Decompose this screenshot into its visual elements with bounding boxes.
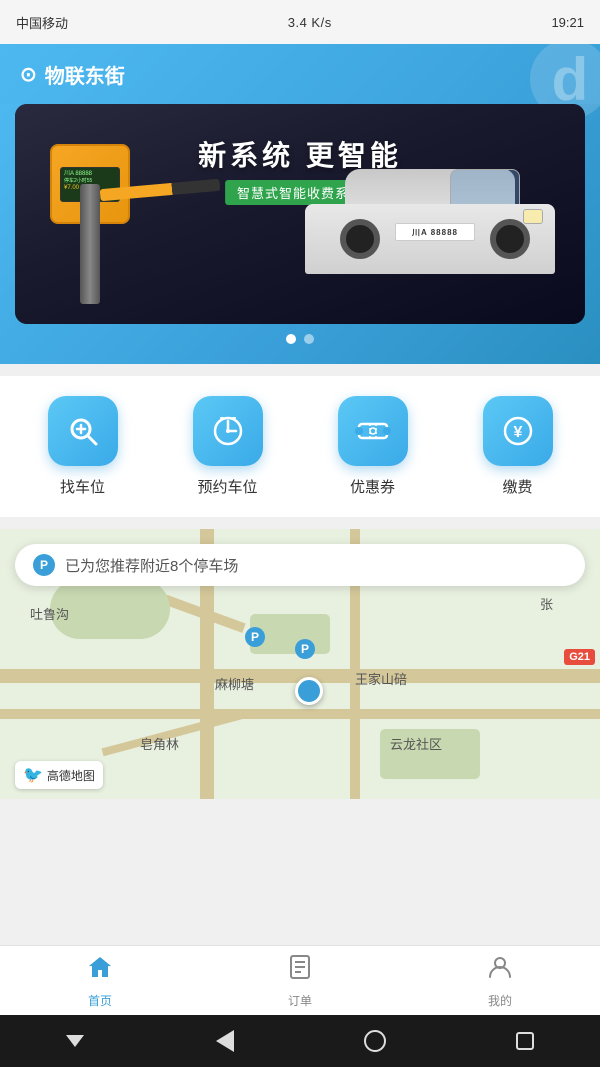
orders-icon bbox=[286, 953, 314, 988]
map-section[interactable]: 吐鲁沟 麻柳塘 王家山碚 皂角林 云龙社区 张 G21 P P P 已为您推荐附… bbox=[0, 529, 600, 799]
dot-2[interactable] bbox=[304, 334, 314, 344]
map-marker-p1[interactable]: P bbox=[245, 627, 265, 647]
profile-label: 我的 bbox=[488, 992, 512, 1009]
find-parking-icon bbox=[48, 396, 118, 466]
menu-item-find-parking[interactable]: 找车位 bbox=[48, 396, 118, 497]
parking-icon: P bbox=[33, 554, 55, 576]
nav-item-home[interactable]: 首页 bbox=[0, 953, 200, 1009]
recent-apps-icon bbox=[516, 1032, 534, 1050]
orders-label: 订单 bbox=[288, 992, 312, 1009]
gaode-logo: 🐦 高德地图 bbox=[15, 761, 103, 789]
car-wheel-right bbox=[490, 219, 530, 259]
svg-text:¥: ¥ bbox=[513, 424, 522, 441]
nav-recent-button[interactable] bbox=[507, 1023, 543, 1059]
carrier-label: 中国移动 bbox=[16, 13, 68, 32]
coupon-label: 优惠券 bbox=[350, 476, 395, 497]
location-label: 物联东街 bbox=[45, 60, 125, 89]
location-display[interactable]: ⊙ 物联东街 bbox=[20, 60, 125, 89]
chevron-down-icon bbox=[66, 1035, 84, 1047]
menu-item-pay[interactable]: ¥ 缴费 bbox=[483, 396, 553, 497]
profile-icon bbox=[486, 953, 514, 988]
pay-label: 缴费 bbox=[502, 476, 532, 497]
banner-carousel[interactable]: 新系统 更智能 智慧式智能收费系统 川A 88888 停车2小时55 ¥7.00… bbox=[15, 104, 585, 324]
status-bar: 中国移动 3.4 K/s 19:21 bbox=[0, 0, 600, 44]
nav-home-button[interactable] bbox=[357, 1023, 393, 1059]
home-icon bbox=[86, 953, 114, 988]
map-label-zhang: 张 bbox=[540, 594, 553, 613]
map-search-bar[interactable]: P 已为您推荐附近8个停车场 bbox=[15, 544, 585, 586]
menu-section: 找车位 预约车位 优惠券 bbox=[0, 376, 600, 517]
banner-dots bbox=[0, 334, 600, 344]
car-wheel-left bbox=[340, 219, 380, 259]
parking-machine-illustration: 川A 88888 停车2小时55 ¥7.00 bbox=[45, 144, 135, 304]
map-label-maliu: 麻柳塘 bbox=[215, 674, 254, 693]
menu-item-coupon[interactable]: 优惠券 bbox=[338, 396, 408, 497]
nav-chevron-down-button[interactable] bbox=[57, 1023, 93, 1059]
reserve-icon bbox=[193, 396, 263, 466]
gaode-label: 高德地图 bbox=[47, 767, 95, 784]
highway-badge: G21 bbox=[564, 649, 595, 665]
time-label: 19:21 bbox=[551, 15, 584, 30]
car-headlight bbox=[523, 209, 543, 224]
nav-item-profile[interactable]: 我的 bbox=[400, 953, 600, 1009]
car-body: 川A 88888 bbox=[305, 204, 555, 274]
home-circle-icon bbox=[364, 1030, 386, 1052]
nav-item-orders[interactable]: 订单 bbox=[200, 953, 400, 1009]
reserve-label: 预约车位 bbox=[197, 476, 257, 497]
bottom-nav: 首页 订单 我的 bbox=[0, 945, 600, 1015]
coupon-icon bbox=[338, 396, 408, 466]
license-plate: 川A 88888 bbox=[395, 223, 475, 241]
map-marker-current bbox=[295, 677, 323, 705]
back-icon bbox=[216, 1030, 234, 1052]
system-nav-bar bbox=[0, 1015, 600, 1067]
map-label-tulugou: 吐鲁沟 bbox=[30, 604, 69, 623]
find-parking-label: 找车位 bbox=[60, 476, 105, 497]
nav-back-button[interactable] bbox=[207, 1023, 243, 1059]
road-h2 bbox=[0, 709, 600, 719]
map-marker-p2[interactable]: P bbox=[295, 639, 315, 659]
map-label-zaojiao: 皂角林 bbox=[140, 734, 179, 753]
map-search-text: 已为您推荐附近8个停车场 bbox=[65, 555, 238, 576]
map-label-wangjia: 王家山碚 bbox=[355, 669, 407, 688]
home-label: 首页 bbox=[88, 992, 112, 1009]
menu-item-reserve[interactable]: 预约车位 bbox=[193, 396, 263, 497]
car-illustration: 川A 88888 bbox=[285, 174, 565, 304]
header: ⊙ 物联东街 d bbox=[0, 44, 600, 104]
banner-section: 新系统 更智能 智慧式智能收费系统 川A 88888 停车2小时55 ¥7.00… bbox=[0, 104, 600, 364]
network-speed: 3.4 K/s bbox=[288, 15, 332, 30]
dot-1[interactable] bbox=[286, 334, 296, 344]
banner-title: 新系统 更智能 bbox=[198, 134, 402, 174]
gaode-bird-icon: 🐦 bbox=[23, 765, 43, 785]
pay-icon: ¥ bbox=[483, 396, 553, 466]
location-icon: ⊙ bbox=[20, 62, 37, 87]
machine-pole bbox=[80, 184, 100, 304]
map-label-yunlong: 云龙社区 bbox=[390, 734, 442, 753]
car-windshield bbox=[450, 169, 520, 209]
